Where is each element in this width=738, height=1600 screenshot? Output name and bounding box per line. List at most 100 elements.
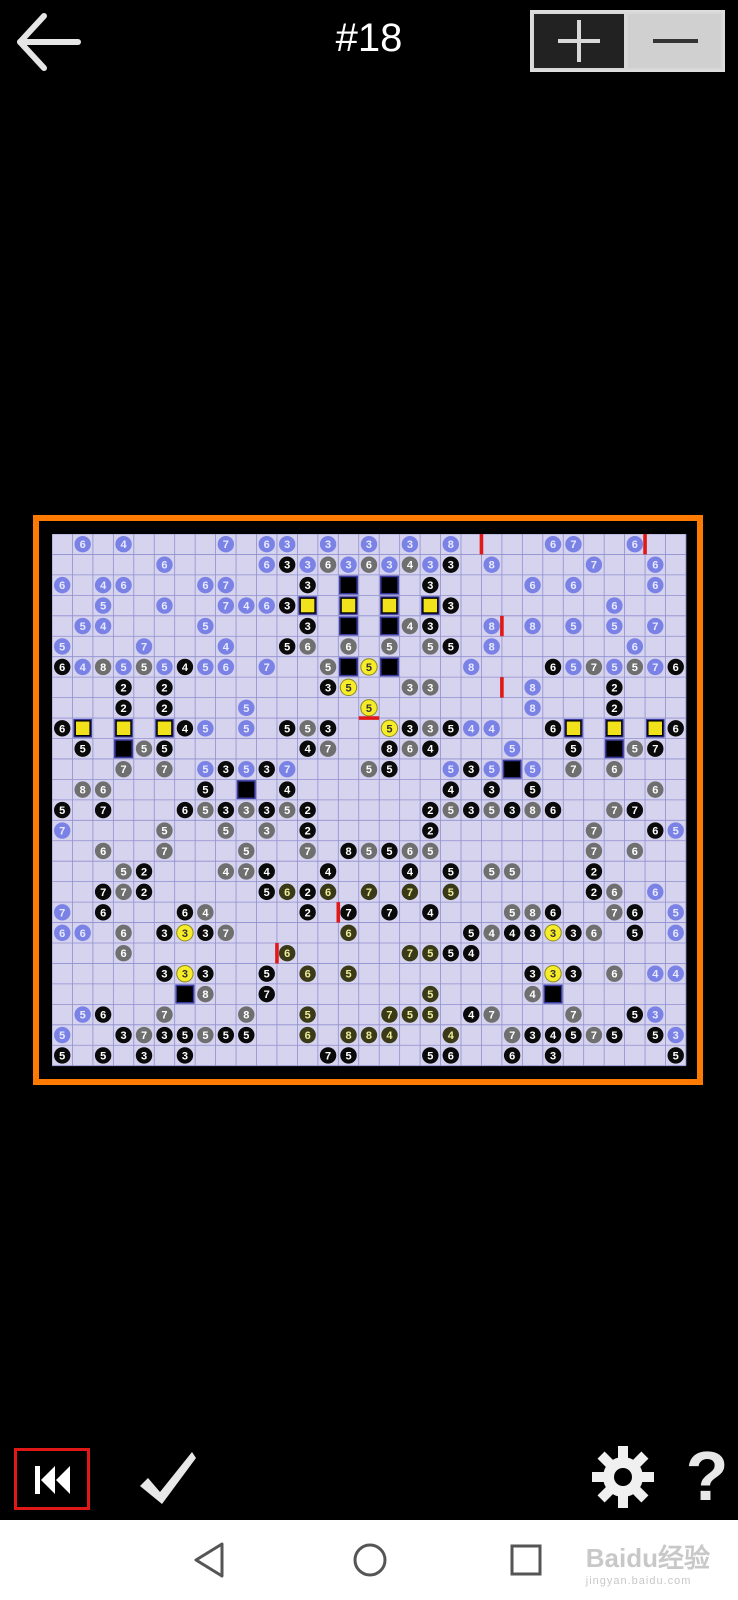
- clue-number: 6: [570, 580, 576, 592]
- clue-number: 4: [673, 969, 680, 981]
- triangle-back-icon[interactable]: [188, 1538, 232, 1582]
- shaded-cell: [502, 759, 522, 779]
- clue-number: 6: [59, 662, 65, 674]
- clue-number: 5: [59, 1030, 65, 1042]
- clue-number: 5: [366, 662, 372, 674]
- clue-number: 5: [59, 1050, 65, 1062]
- clue-number: 5: [530, 764, 536, 776]
- top-bar: #18: [0, 0, 738, 90]
- clue-number: 2: [591, 887, 597, 899]
- clue-number: 3: [407, 723, 413, 735]
- clue-number: 5: [386, 846, 392, 858]
- clue-number: 3: [325, 682, 331, 694]
- plus-icon: [558, 20, 600, 62]
- clue-number: 4: [264, 866, 271, 878]
- clue-number: 5: [223, 1030, 229, 1042]
- clue-number: 3: [673, 1030, 679, 1042]
- zoom-out-button[interactable]: [628, 14, 721, 68]
- clue-number: 4: [427, 744, 434, 756]
- clue-number: 3: [448, 560, 454, 572]
- clue-number: 6: [366, 560, 372, 572]
- clue-number: 6: [611, 969, 617, 981]
- clue-number: 3: [468, 764, 474, 776]
- clue-number: 3: [366, 539, 372, 551]
- clue-number: 4: [448, 1030, 455, 1042]
- clue-number: 3: [182, 969, 188, 981]
- clue-number: 8: [530, 621, 536, 633]
- clue-number: 6: [530, 580, 536, 592]
- clue-number: 5: [509, 866, 515, 878]
- clue-number: 4: [80, 662, 87, 674]
- clue-number: 3: [264, 826, 270, 838]
- clue-number: 3: [530, 969, 536, 981]
- clue-number: 5: [243, 703, 249, 715]
- clue-number: 5: [223, 826, 229, 838]
- clue-number: 5: [264, 887, 270, 899]
- clue-number: 4: [386, 1030, 393, 1042]
- clue-number: 8: [530, 907, 536, 919]
- clue-number: 6: [121, 948, 127, 960]
- clue-number: 5: [182, 1030, 188, 1042]
- clue-number: 4: [223, 866, 230, 878]
- clue-number: 7: [243, 866, 249, 878]
- clue-number: 7: [223, 539, 229, 551]
- clue-number: 5: [284, 641, 290, 653]
- clue-number: 5: [427, 1050, 433, 1062]
- clue-number: 7: [591, 826, 597, 838]
- clue-number: 5: [305, 723, 311, 735]
- clue-number: 5: [509, 744, 515, 756]
- clue-number: 7: [652, 621, 658, 633]
- clue-number: 2: [141, 866, 147, 878]
- clue-number: 4: [468, 1010, 475, 1022]
- clue-number: 6: [652, 887, 658, 899]
- clue-number: 5: [121, 662, 127, 674]
- clue-number: 8: [530, 805, 536, 817]
- clue-number: 5: [386, 723, 392, 735]
- puzzle-grid[interactable]: 6 4 7 6 3 3 3 3 8 6 7 6 6 6 3 3 6 3 6 3 4 3 3 8 7 6 6 4 6 6 7 3 3 6 6 6 5 6 7 4…: [52, 534, 687, 1067]
- clue-number: 7: [223, 580, 229, 592]
- rewind-button[interactable]: [14, 1448, 90, 1510]
- clue-number: 3: [325, 723, 331, 735]
- clue-number: 6: [550, 723, 556, 735]
- clue-number: 5: [325, 662, 331, 674]
- clue-number: 8: [243, 1010, 249, 1022]
- red-wall-mark: [358, 716, 380, 720]
- clue-number: 6: [80, 928, 86, 940]
- clue-number: 5: [386, 764, 392, 776]
- clue-number: 6: [305, 1030, 311, 1042]
- check-button[interactable]: [136, 1446, 200, 1510]
- help-button[interactable]: ?: [682, 1436, 732, 1516]
- clue-number: 6: [632, 846, 638, 858]
- clue-number: 6: [223, 662, 229, 674]
- clue-number: 3: [141, 1050, 147, 1062]
- clue-number: 5: [448, 723, 454, 735]
- clue-number: 6: [550, 662, 556, 674]
- clue-number: 5: [427, 1010, 433, 1022]
- clue-number: 5: [570, 662, 576, 674]
- clue-number: 5: [632, 744, 638, 756]
- clue-number: 7: [591, 560, 597, 572]
- clue-number: 5: [509, 907, 515, 919]
- clue-number: 4: [305, 744, 312, 756]
- clue-number: 5: [243, 764, 249, 776]
- zoom-control: [530, 10, 725, 72]
- red-wall-mark: [479, 534, 484, 555]
- settings-button[interactable]: [590, 1444, 656, 1510]
- square-recents-icon[interactable]: [504, 1538, 548, 1582]
- clue-number: 6: [100, 785, 106, 797]
- clue-number: 7: [161, 764, 167, 776]
- zoom-in-button[interactable]: [534, 14, 624, 68]
- clue-number: 3: [182, 1050, 188, 1062]
- clue-number: 5: [243, 846, 249, 858]
- shaded-cell: [379, 616, 399, 636]
- circle-home-icon[interactable]: [348, 1538, 392, 1582]
- red-wall-mark: [643, 534, 647, 555]
- clue-number: 4: [243, 601, 250, 613]
- clue-number: 3: [223, 764, 229, 776]
- clue-number: 5: [80, 744, 86, 756]
- clue-number: 6: [345, 641, 351, 653]
- clue-number: 2: [161, 682, 167, 694]
- clue-number: 7: [407, 948, 413, 960]
- clue-number: 5: [570, 621, 576, 633]
- clue-number: 6: [550, 805, 556, 817]
